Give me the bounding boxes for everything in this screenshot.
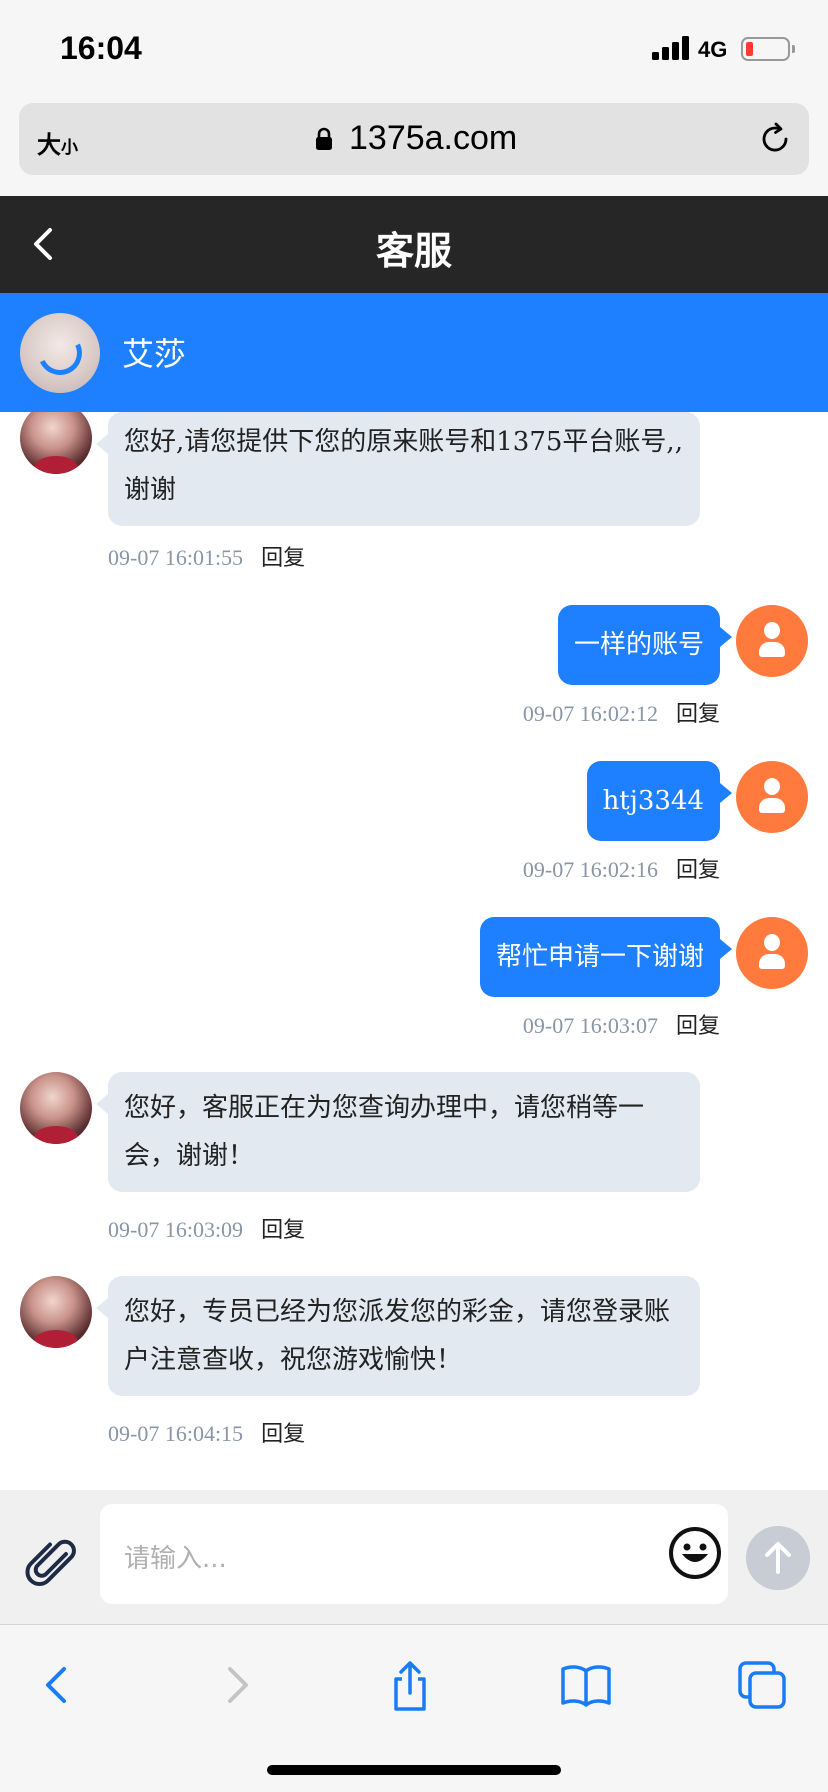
- user-avatar: [736, 917, 808, 989]
- text-size-large-label: 大: [37, 131, 61, 159]
- user-message-bubble: 一样的账号: [557, 605, 733, 685]
- message-timestamp: 09-07 16:02:16: [522, 857, 658, 882]
- agent-message-bubble: 您好,请您提供下您的原来账号和1375平台账号,,谢谢: [96, 412, 700, 526]
- share-icon[interactable]: [382, 1657, 438, 1713]
- user-avatar: [736, 761, 808, 833]
- agent-message-avatar: [20, 1276, 92, 1348]
- browser-toolbar: [0, 1624, 828, 1792]
- agent-message-avatar: [20, 412, 92, 474]
- reply-link[interactable]: 回复: [676, 702, 720, 727]
- back-arrow-icon[interactable]: [30, 1657, 86, 1713]
- message-meta: 09-07 16:03:09 回复: [108, 1212, 305, 1244]
- message-timestamp: 09-07 16:01:55: [108, 545, 244, 570]
- agent-message-bubble: 您好，客服正在为您查询办理中，请您稍等一会，谢谢！: [96, 1072, 700, 1192]
- reload-icon[interactable]: [757, 121, 793, 157]
- message-meta: 09-07 16:01:55 回复: [108, 540, 305, 572]
- browser-url-area: 大小 1375a.com: [0, 96, 828, 196]
- smiley-icon[interactable]: [668, 1526, 722, 1580]
- reply-link[interactable]: 回复: [676, 1014, 720, 1039]
- page-header: 客服: [0, 196, 828, 293]
- message-meta: 09-07 16:03:07 回复: [523, 1008, 720, 1040]
- lock-icon: [316, 127, 332, 150]
- user-avatar: [736, 605, 808, 677]
- battery-tip: [792, 45, 795, 53]
- text-size-small-label: 小: [61, 138, 78, 158]
- agent-message-bubble: 您好，专员已经为您派发您的彩金，请您登录账户注意查收，祝您游戏愉快！: [96, 1276, 700, 1396]
- message-timestamp: 09-07 16:02:12: [522, 701, 658, 726]
- message-timestamp: 09-07 16:04:15: [108, 1421, 244, 1446]
- chat-area[interactable]: 您好,请您提供下您的原来账号和1375平台账号,,谢谢 09-07 16:01:…: [0, 412, 828, 1490]
- reply-link[interactable]: 回复: [261, 1218, 305, 1243]
- text-size-button[interactable]: 大小: [37, 125, 78, 160]
- bookmarks-icon[interactable]: [558, 1657, 614, 1713]
- reply-link[interactable]: 回复: [261, 1422, 305, 1447]
- page-title: 客服: [375, 229, 452, 273]
- address-bar[interactable]: 大小 1375a.com: [19, 103, 809, 175]
- message-meta: 09-07 16:04:15 回复: [108, 1416, 305, 1448]
- paperclip-icon[interactable]: [24, 1536, 78, 1590]
- message-timestamp: 09-07 16:03:09: [108, 1217, 244, 1242]
- user-message-bubble: htj3344: [586, 761, 733, 841]
- composer-bar: 请输入...: [0, 1490, 828, 1624]
- message-input[interactable]: 请输入...: [100, 1504, 728, 1604]
- agent-avatar: [20, 313, 100, 393]
- message-input-placeholder: 请输入...: [124, 1544, 227, 1574]
- agent-name: 艾莎: [122, 335, 187, 373]
- send-button[interactable]: [746, 1526, 810, 1590]
- message-meta: 09-07 16:02:16 回复: [523, 852, 720, 884]
- reply-link[interactable]: 回复: [676, 858, 720, 883]
- signal-icon: [652, 36, 690, 60]
- battery-icon: [741, 37, 790, 61]
- url-domain: 1375a.com: [349, 119, 518, 157]
- agent-message-avatar: [20, 1072, 92, 1144]
- agent-bar: 艾莎: [0, 293, 828, 412]
- home-indicator: [267, 1765, 561, 1775]
- status-time: 16:04: [60, 30, 142, 66]
- network-type: 4G: [698, 37, 728, 62]
- forward-arrow-icon[interactable]: [208, 1657, 264, 1713]
- tabs-icon[interactable]: [734, 1657, 790, 1713]
- reply-link[interactable]: 回复: [261, 546, 305, 571]
- message-timestamp: 09-07 16:03:07: [522, 1013, 658, 1038]
- status-bar: 16:04 4G: [0, 0, 828, 96]
- user-message-bubble: 帮忙申请一下谢谢: [479, 917, 733, 997]
- message-meta: 09-07 16:02:12 回复: [523, 696, 720, 728]
- loading-spinner-icon: [31, 324, 89, 382]
